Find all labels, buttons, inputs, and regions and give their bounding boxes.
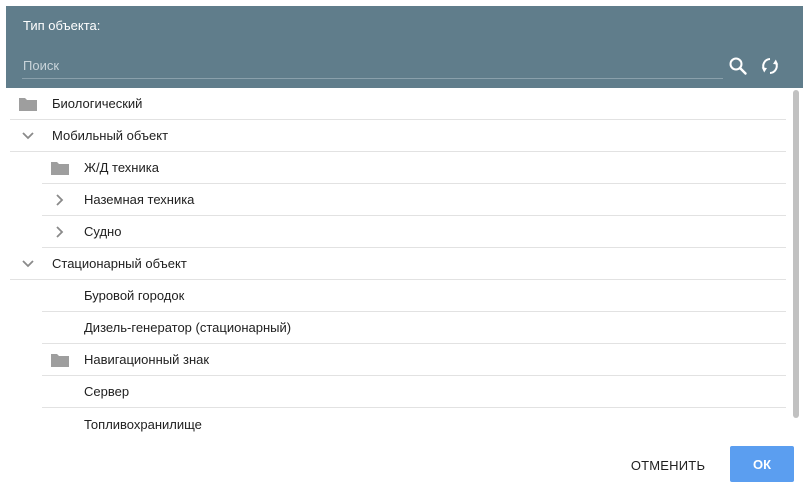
scrollbar-thumb[interactable] bbox=[793, 90, 799, 418]
tree-item-vessel[interactable]: Судно bbox=[42, 216, 786, 248]
object-type-dialog: Тип объекта: Поиск Биологический Мобильн… bbox=[0, 0, 809, 496]
search-icon bbox=[728, 56, 748, 81]
ok-button[interactable]: ОК bbox=[730, 446, 794, 482]
chevron-down-icon[interactable] bbox=[18, 126, 38, 146]
tree-item-drilling-camp[interactable]: Буровой городок bbox=[42, 280, 786, 312]
folder-icon bbox=[18, 94, 38, 114]
tree-item-label: Биологический bbox=[52, 96, 143, 111]
refresh-button[interactable] bbox=[758, 56, 782, 80]
search-input[interactable] bbox=[22, 52, 723, 79]
tree-scrollbar[interactable] bbox=[792, 88, 800, 420]
tree-item-ground-vehicles[interactable]: Наземная техника bbox=[42, 184, 786, 216]
tree-item-label: Навигационный знак bbox=[84, 352, 210, 367]
search-button[interactable] bbox=[726, 56, 750, 80]
chevron-down-icon[interactable] bbox=[18, 254, 38, 274]
tree-item-rail-equipment[interactable]: Ж/Д техника bbox=[42, 152, 786, 184]
cancel-button[interactable]: ОТМЕНИТЬ bbox=[622, 448, 714, 482]
folder-icon bbox=[50, 350, 70, 370]
object-type-tree: Биологический Мобильный объект Ж/Д техни… bbox=[10, 88, 786, 440]
dialog-title: Тип объекта: bbox=[23, 18, 101, 33]
tree-item-label: Мобильный объект bbox=[52, 128, 169, 143]
tree-item-navigation-sign[interactable]: Навигационный знак bbox=[42, 344, 786, 376]
tree-item-stationary-object[interactable]: Стационарный объект bbox=[10, 248, 786, 280]
tree-item-label: Стационарный объект bbox=[52, 256, 187, 271]
tree-item-label: Топливохранилище bbox=[84, 416, 202, 432]
tree-item-label: Сервер bbox=[84, 384, 130, 399]
dialog-header: Тип объекта: bbox=[6, 6, 803, 88]
tree-item-label: Буровой городок bbox=[84, 288, 185, 303]
tree-item-fuel-storage[interactable]: Топливохранилище bbox=[42, 408, 786, 440]
tree-item-label: Дизель-генератор (стационарный) bbox=[84, 320, 292, 335]
tree-item-mobile-object[interactable]: Мобильный объект bbox=[10, 120, 786, 152]
refresh-icon bbox=[759, 55, 781, 82]
chevron-right-icon[interactable] bbox=[50, 190, 70, 210]
tree-item-label: Ж/Д техника bbox=[84, 160, 159, 175]
tree-item-server[interactable]: Сервер bbox=[42, 376, 786, 408]
tree-item-biological[interactable]: Биологический bbox=[10, 88, 786, 120]
tree-item-label: Наземная техника bbox=[84, 192, 195, 207]
tree-item-diesel-generator[interactable]: Дизель-генератор (стационарный) bbox=[42, 312, 786, 344]
folder-icon bbox=[50, 158, 70, 178]
tree-item-label: Судно bbox=[84, 224, 122, 239]
chevron-right-icon[interactable] bbox=[50, 222, 70, 242]
